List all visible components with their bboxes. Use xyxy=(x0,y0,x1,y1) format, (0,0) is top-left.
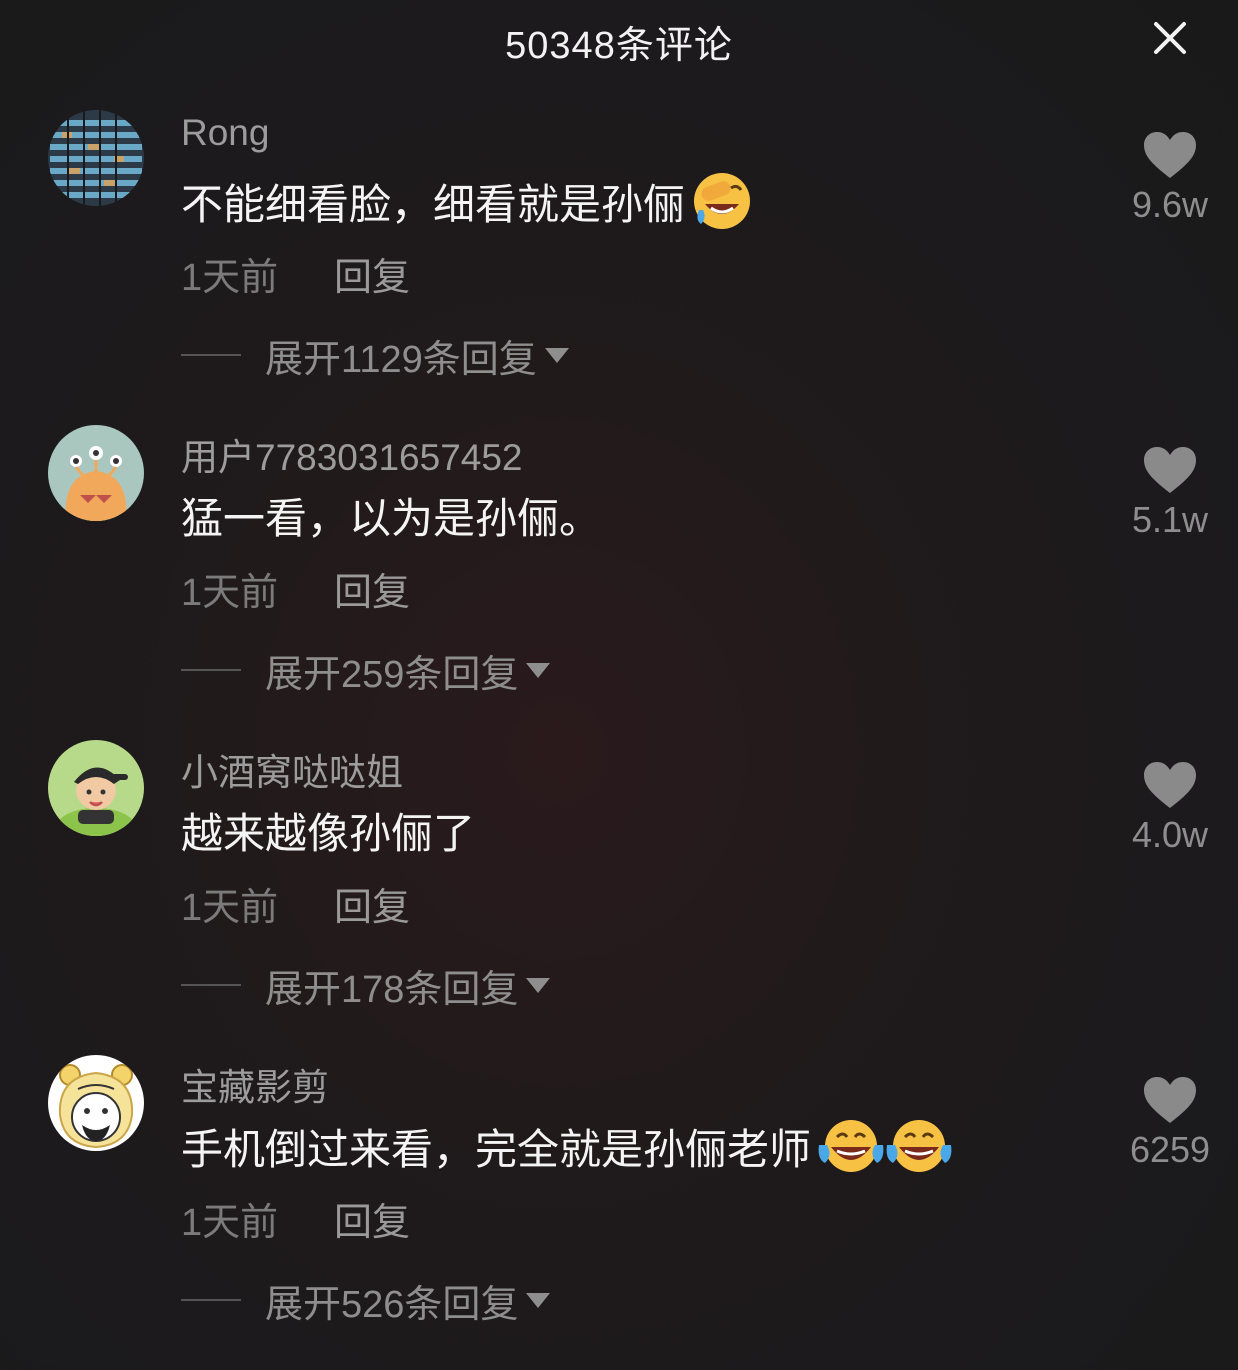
expand-replies-label: 展开526条回复 xyxy=(265,1283,519,1326)
expand-replies-label: 展开259条回复 xyxy=(265,653,519,696)
expand-replies-button[interactable]: 展开1129条回复 xyxy=(181,332,569,381)
expand-replies-button[interactable]: 展开259条回复 xyxy=(181,647,551,696)
comment-time: 1天前 xyxy=(181,257,279,299)
comment-item: Rong 不能细看脸，细看就是孙俪 1天前 回复 展开1129条回复 9.6w xyxy=(0,110,1238,425)
expand-replies-label: 展开1129条回复 xyxy=(265,338,537,381)
divider-line xyxy=(181,669,241,671)
reply-button[interactable]: 回复 xyxy=(334,246,410,301)
comment-text: 不能细看脸，细看就是孙俪 xyxy=(181,170,753,232)
comment-item: 用户7783031657452 猛一看，以为是孙俪。 1天前 回复 展开259条… xyxy=(0,425,1238,740)
comment-item: 宝藏影剪 手机倒过来看，完全就是孙俪老师 1天前 回复 展开526条回复 625… xyxy=(0,1055,1238,1370)
username[interactable]: 宝藏影剪 xyxy=(181,1057,329,1111)
caret-down-icon xyxy=(526,1292,551,1308)
avatar[interactable] xyxy=(48,425,144,521)
comment-text-content: 不能细看脸，细看就是孙俪 xyxy=(181,180,686,228)
like-button[interactable]: 4.0w xyxy=(1120,760,1220,870)
like-button[interactable]: 9.6w xyxy=(1120,130,1220,240)
caret-down-icon xyxy=(526,977,551,993)
avatar[interactable] xyxy=(48,1055,144,1151)
reply-button[interactable]: 回复 xyxy=(334,1191,410,1246)
face-with-hand-over-eye-laugh-icon xyxy=(691,170,753,232)
avatar[interactable] xyxy=(48,740,144,836)
like-count: 4.0w xyxy=(1131,814,1209,855)
like-button[interactable]: 5.1w xyxy=(1120,445,1220,555)
comment-text: 手机倒过来看，完全就是孙俪老师 xyxy=(181,1115,952,1177)
username[interactable]: 用户7783031657452 xyxy=(181,427,523,481)
caret-down-icon xyxy=(544,347,569,363)
like-count: 6259 xyxy=(1129,1129,1211,1170)
close-icon[interactable] xyxy=(1150,18,1190,58)
comment-item: 小酒窝哒哒姐 越来越像孙俪了 1天前 回复 展开178条回复 4.0w xyxy=(0,740,1238,1055)
reply-button[interactable]: 回复 xyxy=(334,561,410,616)
caret-down-icon xyxy=(526,662,551,678)
expand-replies-button[interactable]: 展开526条回复 xyxy=(181,1277,551,1326)
like-button[interactable]: 6259 xyxy=(1120,1075,1220,1185)
heart-icon xyxy=(1144,1077,1196,1123)
comment-time: 1天前 xyxy=(181,572,279,614)
tears-of-joy-icon xyxy=(885,1115,952,1177)
comments-header: 50348条评论 xyxy=(0,0,1238,80)
heart-icon xyxy=(1144,447,1196,493)
expand-replies-label: 展开178条回复 xyxy=(265,968,519,1011)
comment-text-content: 手机倒过来看，完全就是孙俪老师 xyxy=(181,1125,812,1173)
tears-of-joy-icon xyxy=(817,1115,884,1177)
comment-text-content: 越来越像孙俪了 xyxy=(181,810,476,857)
username[interactable]: Rong xyxy=(181,112,269,154)
reply-button[interactable]: 回复 xyxy=(334,876,410,931)
heart-icon xyxy=(1144,762,1196,808)
divider-line xyxy=(181,1299,241,1301)
avatar[interactable] xyxy=(48,110,144,206)
comment-text-content: 猛一看，以为是孙俪。 xyxy=(181,495,602,542)
expand-replies-button[interactable]: 展开178条回复 xyxy=(181,962,551,1011)
divider-line xyxy=(181,984,241,986)
comment-text: 猛一看，以为是孙俪。 xyxy=(181,485,601,546)
divider-line xyxy=(181,354,241,356)
comment-count-title: 50348条评论 xyxy=(505,25,733,67)
comment-time: 1天前 xyxy=(181,1202,279,1244)
like-count: 5.1w xyxy=(1131,499,1209,540)
comment-time: 1天前 xyxy=(181,887,279,929)
like-count: 9.6w xyxy=(1131,184,1209,225)
username[interactable]: 小酒窝哒哒姐 xyxy=(181,742,403,796)
heart-icon xyxy=(1144,132,1196,178)
comment-text: 越来越像孙俪了 xyxy=(181,800,475,861)
